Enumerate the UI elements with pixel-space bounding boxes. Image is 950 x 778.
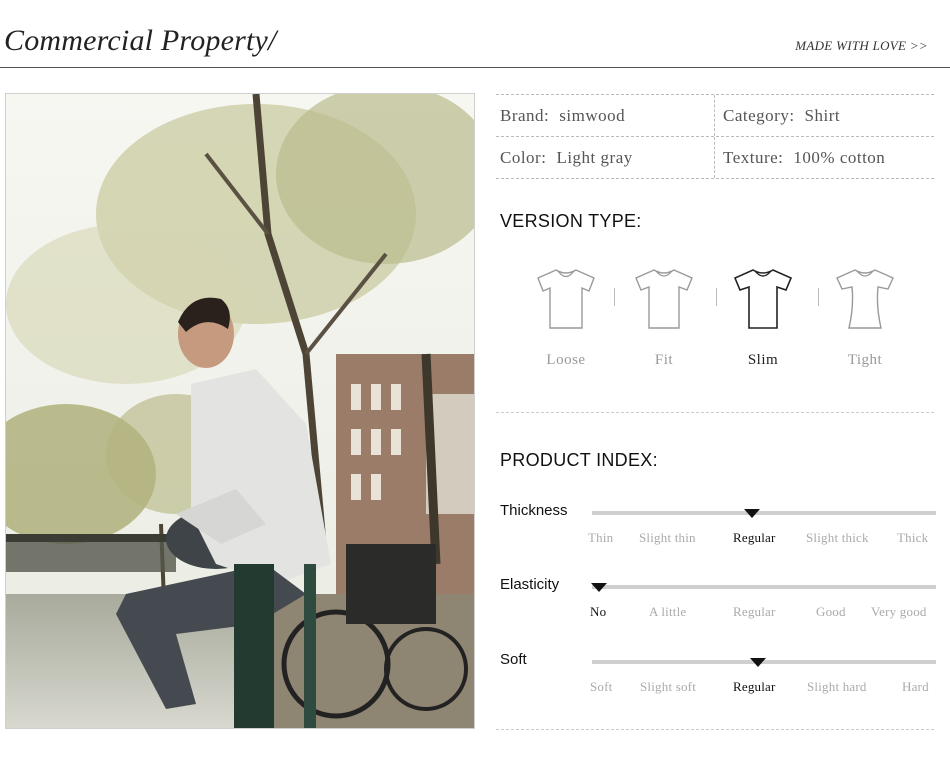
spec-color-label: Color: bbox=[500, 147, 547, 167]
index-tick: Slight thin bbox=[639, 530, 696, 545]
version-label: Tight bbox=[847, 352, 883, 368]
spec-color: Color: Light gray bbox=[496, 137, 715, 178]
spec-texture-label: Texture: bbox=[723, 147, 784, 167]
index-name: Thickness bbox=[500, 502, 568, 519]
spec-brand-value: simwood bbox=[559, 105, 626, 125]
spec-category-value: Shirt bbox=[804, 105, 841, 125]
tshirt-icon bbox=[733, 269, 793, 329]
version-label: Slim bbox=[747, 352, 779, 368]
index-tick: A little bbox=[649, 604, 687, 619]
spec-table: Brand: simwood Category: Shirt Color: Li… bbox=[496, 94, 934, 179]
section-divider bbox=[496, 412, 934, 413]
version-option-fit[interactable]: Fit bbox=[616, 266, 712, 369]
index-tick: Slight soft bbox=[640, 679, 697, 694]
bottom-divider bbox=[496, 729, 934, 730]
header-rule bbox=[0, 67, 950, 68]
index-marker bbox=[750, 658, 766, 667]
version-type-options: Loose Fit Slim Tight bbox=[518, 266, 918, 376]
index-row-soft: Soft Soft Slight soft Regular Slight har… bbox=[500, 651, 936, 721]
index-tick: Slight thick bbox=[806, 530, 869, 545]
spec-brand-label: Brand: bbox=[500, 105, 550, 125]
index-tick: Thin bbox=[588, 530, 614, 545]
index-tick: Regular bbox=[733, 604, 776, 619]
index-tick: Good bbox=[816, 604, 846, 619]
made-with-love-link[interactable]: MADE WITH LOVE >> bbox=[795, 38, 928, 54]
index-tick: No bbox=[590, 604, 607, 619]
index-tick: Thick bbox=[897, 530, 929, 545]
spec-texture: Texture: 100% cotton bbox=[715, 137, 934, 178]
spec-brand: Brand: simwood bbox=[496, 95, 715, 136]
index-row-elasticity: Elasticity No A little Regular Good Very… bbox=[500, 576, 936, 646]
spec-color-value: Light gray bbox=[556, 147, 633, 167]
tshirt-icon bbox=[537, 269, 595, 329]
index-tick: Regular bbox=[733, 679, 776, 694]
version-option-tight[interactable]: Tight bbox=[817, 266, 913, 369]
version-option-loose[interactable]: Loose bbox=[518, 266, 614, 369]
index-tick: Very good bbox=[871, 604, 927, 619]
index-tick: Hard bbox=[902, 679, 929, 694]
version-label: Fit bbox=[654, 352, 674, 368]
index-name: Elasticity bbox=[500, 576, 560, 593]
tshirt-icon bbox=[836, 269, 894, 329]
page-title: Commercial Property/ bbox=[4, 24, 277, 57]
product-photo bbox=[5, 93, 475, 729]
index-track bbox=[592, 511, 936, 515]
version-option-slim[interactable]: Slim bbox=[715, 266, 811, 369]
version-label: Loose bbox=[546, 352, 586, 368]
index-tick: Regular bbox=[733, 530, 776, 545]
tshirt-icon bbox=[635, 269, 693, 329]
index-marker bbox=[744, 509, 760, 518]
index-tick: Slight hard bbox=[807, 679, 867, 694]
version-type-title: VERSION TYPE: bbox=[500, 211, 642, 231]
index-track bbox=[592, 585, 936, 589]
index-tick: Soft bbox=[590, 679, 613, 694]
spec-texture-value: 100% cotton bbox=[793, 147, 886, 167]
index-name: Soft bbox=[500, 651, 527, 668]
index-marker bbox=[591, 583, 607, 592]
spec-category-label: Category: bbox=[723, 105, 795, 125]
spec-category: Category: Shirt bbox=[715, 95, 934, 136]
product-index-title: PRODUCT INDEX: bbox=[500, 450, 658, 470]
index-row-thickness: Thickness Thin Slight thin Regular Sligh… bbox=[500, 502, 936, 572]
version-separator bbox=[614, 288, 615, 306]
